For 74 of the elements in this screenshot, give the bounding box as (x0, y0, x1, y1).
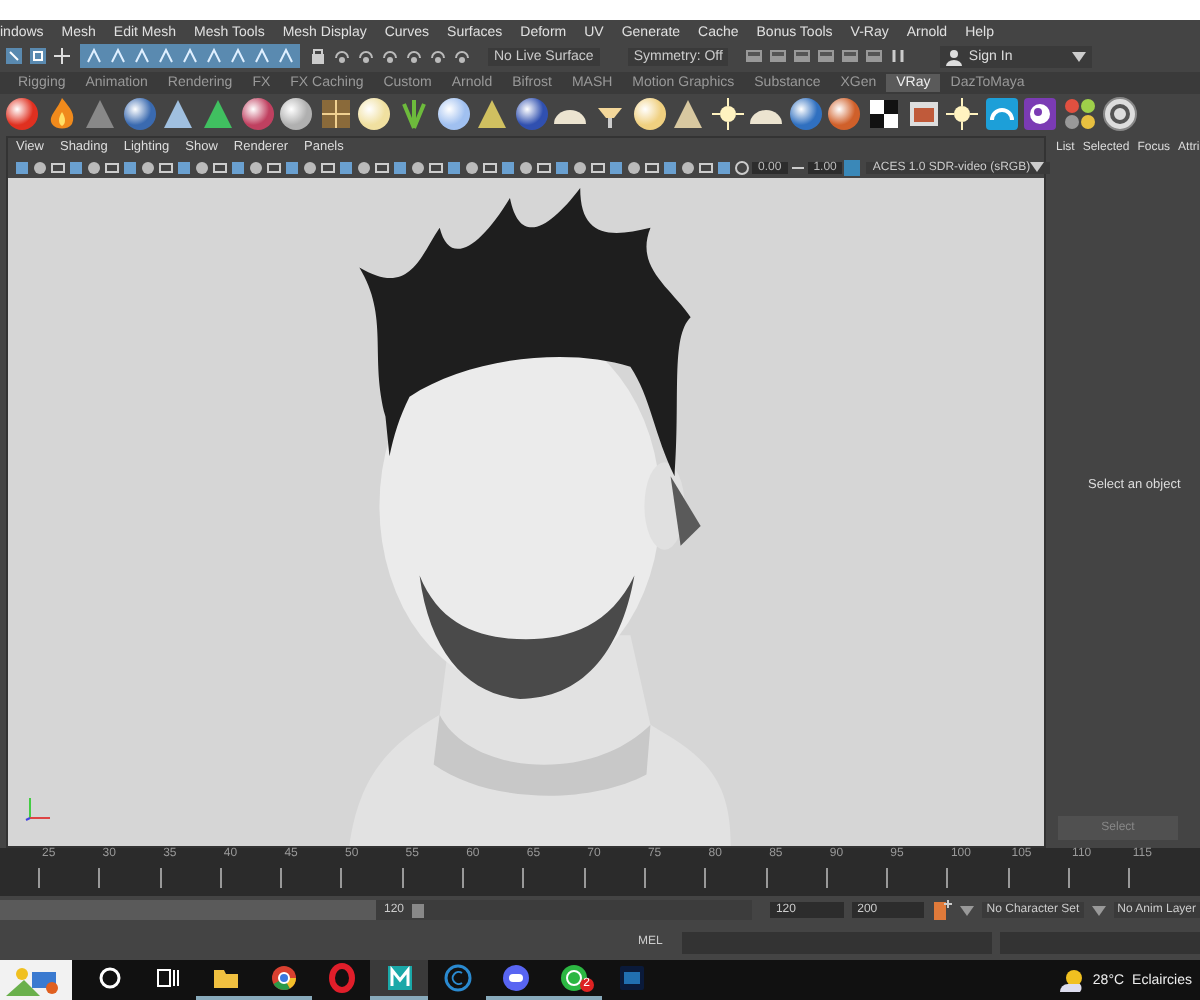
taskbar-app[interactable] (254, 960, 312, 1000)
sphere-icon[interactable] (826, 96, 863, 132)
sphere-icon[interactable] (356, 96, 393, 132)
dots-icon[interactable] (1062, 96, 1099, 132)
tick-mark (98, 868, 101, 888)
tick-mark (522, 868, 525, 888)
caret-icon[interactable] (960, 905, 975, 915)
caret-icon[interactable] (1091, 905, 1106, 915)
app-icon[interactable] (499, 962, 531, 994)
tick-mark (280, 868, 283, 888)
blob-icon[interactable] (1022, 96, 1059, 132)
range-handle[interactable] (412, 903, 424, 917)
sphere-icon[interactable] (278, 96, 315, 132)
range-slider[interactable] (0, 900, 752, 920)
sphere-icon[interactable] (4, 96, 40, 132)
tick-mark (219, 868, 222, 888)
tick-mark (159, 868, 162, 888)
taskbar-app[interactable] (486, 960, 544, 1000)
render-icon[interactable] (816, 46, 837, 66)
weather-icon[interactable] (1058, 968, 1087, 992)
render-icon[interactable] (840, 46, 861, 66)
app-icon[interactable] (557, 962, 589, 994)
tick-mark (643, 868, 646, 888)
tick-mark (765, 868, 768, 888)
tick-mark (38, 868, 40, 888)
app-icon[interactable] (267, 962, 299, 994)
render-icon[interactable] (864, 46, 885, 66)
tick-mark (340, 868, 343, 888)
select-tool-icon[interactable] (4, 46, 24, 66)
checker-icon[interactable] (866, 96, 903, 132)
lock-icon[interactable] (308, 46, 328, 66)
square-icon[interactable] (28, 46, 48, 66)
tick-mark (1007, 868, 1010, 888)
caret-icon[interactable] (1072, 51, 1087, 61)
tick-mark (1128, 868, 1131, 888)
plus-icon[interactable] (52, 46, 72, 66)
axis-icon (24, 794, 52, 822)
tick-mark (401, 868, 404, 888)
tick-mark (886, 868, 889, 888)
sphere-icon[interactable] (513, 96, 550, 132)
color-management-icon[interactable] (844, 159, 861, 175)
sphere-icon[interactable] (631, 96, 667, 132)
tick-mark (704, 868, 707, 888)
tick-mark (583, 868, 586, 888)
magnet-icon[interactable] (380, 46, 400, 66)
sun-icon[interactable] (944, 96, 981, 132)
tick-mark (946, 868, 949, 888)
render-icon[interactable] (744, 46, 765, 66)
magnet-icon[interactable] (404, 46, 424, 66)
taskbar-app[interactable] (370, 960, 428, 1000)
app-icon[interactable] (383, 962, 415, 994)
sphere-icon[interactable] (435, 96, 472, 132)
grid-icon[interactable] (317, 96, 354, 132)
picture-frame-icon[interactable] (905, 96, 942, 132)
magnet-icon[interactable] (356, 46, 376, 66)
exposure-icon[interactable] (734, 159, 750, 175)
render-icon[interactable] (768, 46, 789, 66)
magnet-icon[interactable] (332, 46, 352, 66)
widget-icon[interactable] (0, 960, 72, 1000)
pause-icon[interactable] (888, 46, 909, 66)
magnet-icon[interactable] (452, 46, 472, 66)
user-icon[interactable] (946, 47, 963, 65)
magnet-icon[interactable] (428, 46, 448, 66)
tick-mark (825, 868, 828, 888)
sun-icon[interactable] (709, 96, 746, 132)
tick-mark (462, 868, 465, 888)
tick-mark (1068, 868, 1071, 888)
sphere-icon[interactable] (239, 96, 276, 132)
sphere-icon[interactable] (787, 96, 824, 132)
key-icon[interactable] (932, 898, 953, 922)
wave-icon[interactable] (983, 96, 1020, 132)
caret-icon[interactable] (1030, 162, 1045, 172)
sphere-icon[interactable] (121, 96, 158, 132)
render-icon[interactable] (792, 46, 813, 66)
